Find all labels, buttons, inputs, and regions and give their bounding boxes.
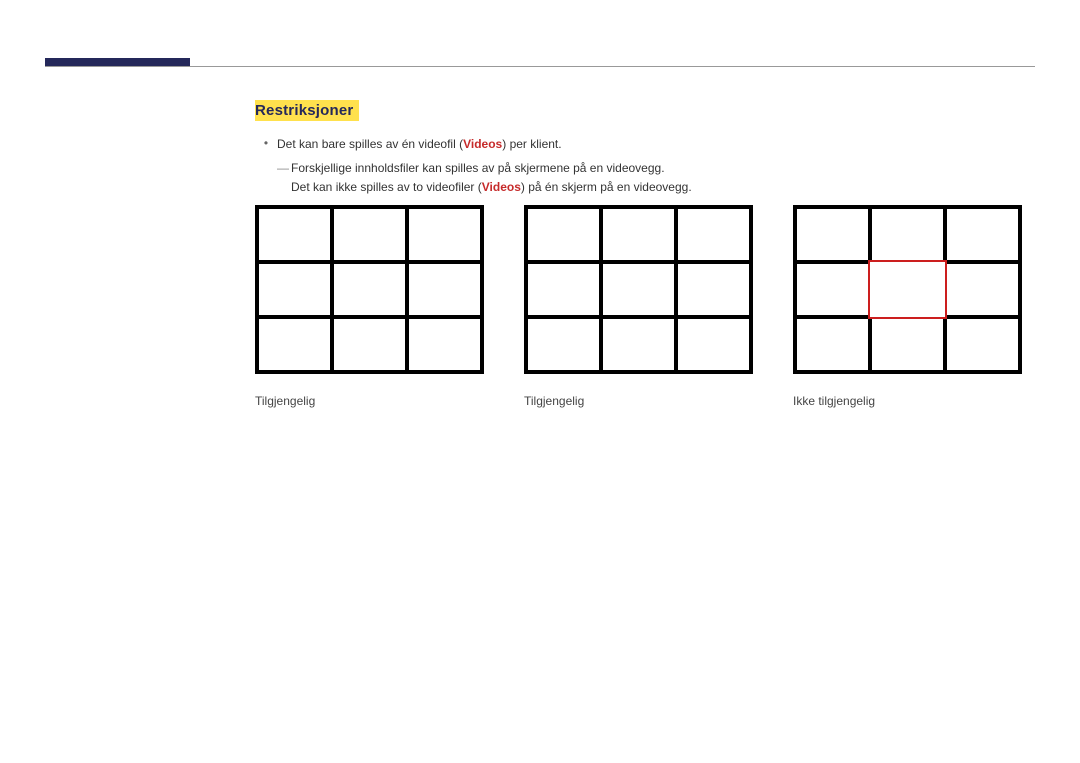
bullet-marker: • <box>255 135 277 152</box>
grid-cell <box>407 317 482 372</box>
grid-cell <box>795 207 870 262</box>
grid-cell <box>676 262 751 317</box>
grid-block-1: Tilgjengelig <box>255 205 484 408</box>
grid-cell <box>676 207 751 262</box>
document-page: Restriksjoner • Det kan bare spilles av … <box>0 0 1080 763</box>
grid-2 <box>524 205 753 374</box>
grid-caption-2: Tilgjengelig <box>524 394 753 408</box>
grids-row: Tilgjengelig Tilgjengelig <box>255 205 1022 408</box>
bullet-text-pre: Det kan bare spilles av én videofil ( <box>277 137 463 151</box>
sub-line2-post: ) på én skjerm på en videovegg. <box>521 180 692 194</box>
grid-cell <box>526 262 601 317</box>
sub-note: Forskjellige innholdsfiler kan spilles a… <box>277 159 1035 197</box>
grid-cell <box>526 317 601 372</box>
bullet-text: Det kan bare spilles av én videofil (Vid… <box>277 135 562 153</box>
sub-line2-pre: Det kan ikke spilles av to videofiler ( <box>291 180 482 194</box>
sub-line-1: Forskjellige innholdsfiler kan spilles a… <box>291 159 1035 178</box>
grid-cell <box>257 317 332 372</box>
grid-cell <box>945 262 1020 317</box>
grid-cell <box>407 262 482 317</box>
videos-keyword: Videos <box>463 137 502 151</box>
grid-cell <box>257 207 332 262</box>
grid-cell <box>601 262 676 317</box>
bullet-item: • Det kan bare spilles av én videofil (V… <box>255 135 1035 153</box>
grid-cell <box>676 317 751 372</box>
grid-cell <box>601 317 676 372</box>
grid-cell <box>945 317 1020 372</box>
section-heading: Restriksjoner <box>255 100 359 121</box>
grid-1 <box>255 205 484 374</box>
grid-cell <box>795 317 870 372</box>
grid-3 <box>793 205 1022 374</box>
grid-cell-highlight <box>868 260 947 319</box>
header-accent-bar <box>45 58 190 66</box>
grid-cell <box>257 262 332 317</box>
grid-cell <box>870 317 945 372</box>
videos-keyword: Videos <box>482 180 521 194</box>
grid-block-2: Tilgjengelig <box>524 205 753 408</box>
grid-cell <box>332 317 407 372</box>
header-rule <box>45 66 1035 67</box>
sub-line-2: Det kan ikke spilles av to videofiler (V… <box>291 178 1035 197</box>
bullet-text-post: ) per klient. <box>502 137 561 151</box>
grid-cell <box>870 207 945 262</box>
grid-cell <box>332 207 407 262</box>
grid-caption-3: Ikke tilgjengelig <box>793 394 1022 408</box>
content-area: Restriksjoner • Det kan bare spilles av … <box>255 100 1035 197</box>
grid-cell <box>526 207 601 262</box>
grid-cell <box>332 262 407 317</box>
grid-cell <box>795 262 870 317</box>
grid-cell <box>945 207 1020 262</box>
grid-cell <box>601 207 676 262</box>
grid-caption-1: Tilgjengelig <box>255 394 484 408</box>
grid-cell <box>407 207 482 262</box>
grid-block-3: Ikke tilgjengelig <box>793 205 1022 408</box>
